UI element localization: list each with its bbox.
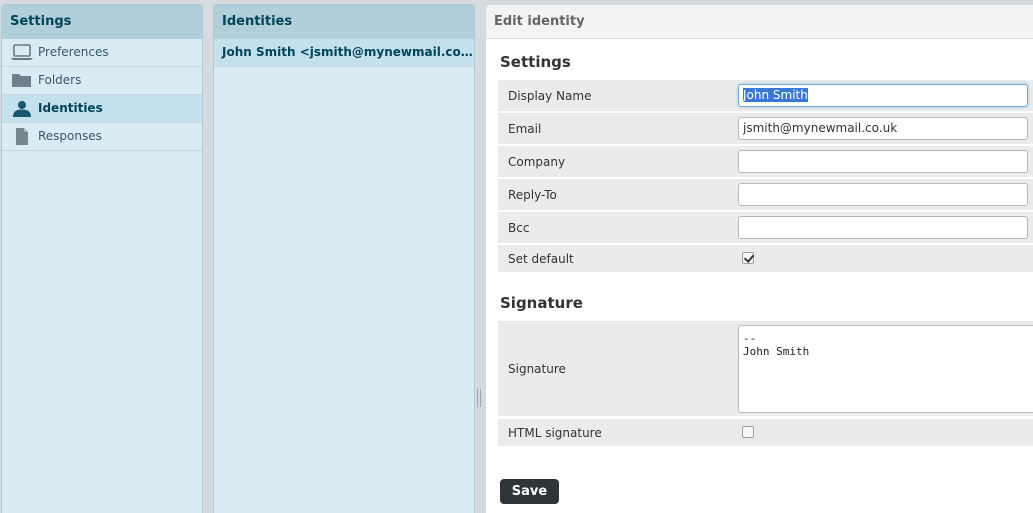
company-row: Company <box>498 146 1033 177</box>
html-signature-checkbox[interactable] <box>742 426 754 438</box>
display-name-label: Display Name <box>508 89 592 103</box>
identities-panel: Identities John Smith <jsmith@mynewmail.… <box>213 4 475 513</box>
html-signature-label: HTML signature <box>508 426 602 440</box>
display-name-input[interactable]: John Smith <box>738 84 1028 107</box>
edit-panel-title: Edit identity <box>486 5 1033 39</box>
sidebar-item-identities[interactable]: Identities <box>2 95 202 123</box>
sidebar-item-preferences[interactable]: Preferences <box>2 39 202 67</box>
sidebar-item-label: Identities <box>38 101 103 115</box>
set-default-label: Set default <box>508 252 574 266</box>
laptop-icon <box>11 44 33 60</box>
document-icon <box>16 128 28 145</box>
panel-resize-handle[interactable] <box>477 389 482 407</box>
bcc-row: Bcc <box>498 212 1033 243</box>
set-default-checkbox[interactable] <box>742 252 754 264</box>
display-name-row: Display Name John Smith <box>498 80 1033 111</box>
email-label: Email <box>508 122 542 136</box>
html-signature-row: HTML signature <box>498 419 1033 446</box>
sidebar-item-responses[interactable]: Responses <box>2 123 202 151</box>
sidebar-item-label: Preferences <box>38 45 109 59</box>
display-name-value: John Smith <box>743 88 808 102</box>
signature-textarea[interactable]: -- John Smith <box>738 325 1033 413</box>
email-row: Email jsmith@mynewmail.co.uk <box>498 113 1033 144</box>
signature-section-title: Signature <box>500 294 583 312</box>
folder-icon <box>12 74 31 87</box>
user-icon <box>13 101 31 117</box>
signature-label: Signature <box>508 362 566 376</box>
sidebar-item-label: Folders <box>38 73 82 87</box>
settings-section-title: Settings <box>500 53 571 71</box>
reply-to-input[interactable] <box>738 183 1028 206</box>
signature-row: Signature -- John Smith <box>498 321 1033 416</box>
settings-panel-title: Settings <box>2 5 202 39</box>
save-button[interactable]: Save <box>500 479 559 504</box>
identities-panel-title: Identities <box>214 5 474 39</box>
identity-list-item[interactable]: John Smith <jsmith@mynewmail.co.... <box>214 39 474 67</box>
app-window: Settings Preferences Folders Identities <box>0 0 1033 513</box>
bcc-label: Bcc <box>508 221 530 235</box>
edit-identity-panel: Edit identity Settings Display Name John… <box>485 4 1033 513</box>
sidebar-item-folders[interactable]: Folders <box>2 67 202 95</box>
reply-to-label: Reply-To <box>508 188 557 202</box>
company-input[interactable] <box>738 150 1028 173</box>
reply-to-row: Reply-To <box>498 179 1033 210</box>
set-default-row: Set default <box>498 245 1033 272</box>
settings-panel: Settings Preferences Folders Identities <box>1 4 203 513</box>
sidebar-item-label: Responses <box>38 129 102 143</box>
company-label: Company <box>508 155 566 169</box>
bcc-input[interactable] <box>738 216 1028 239</box>
email-input[interactable]: jsmith@mynewmail.co.uk <box>738 117 1028 140</box>
